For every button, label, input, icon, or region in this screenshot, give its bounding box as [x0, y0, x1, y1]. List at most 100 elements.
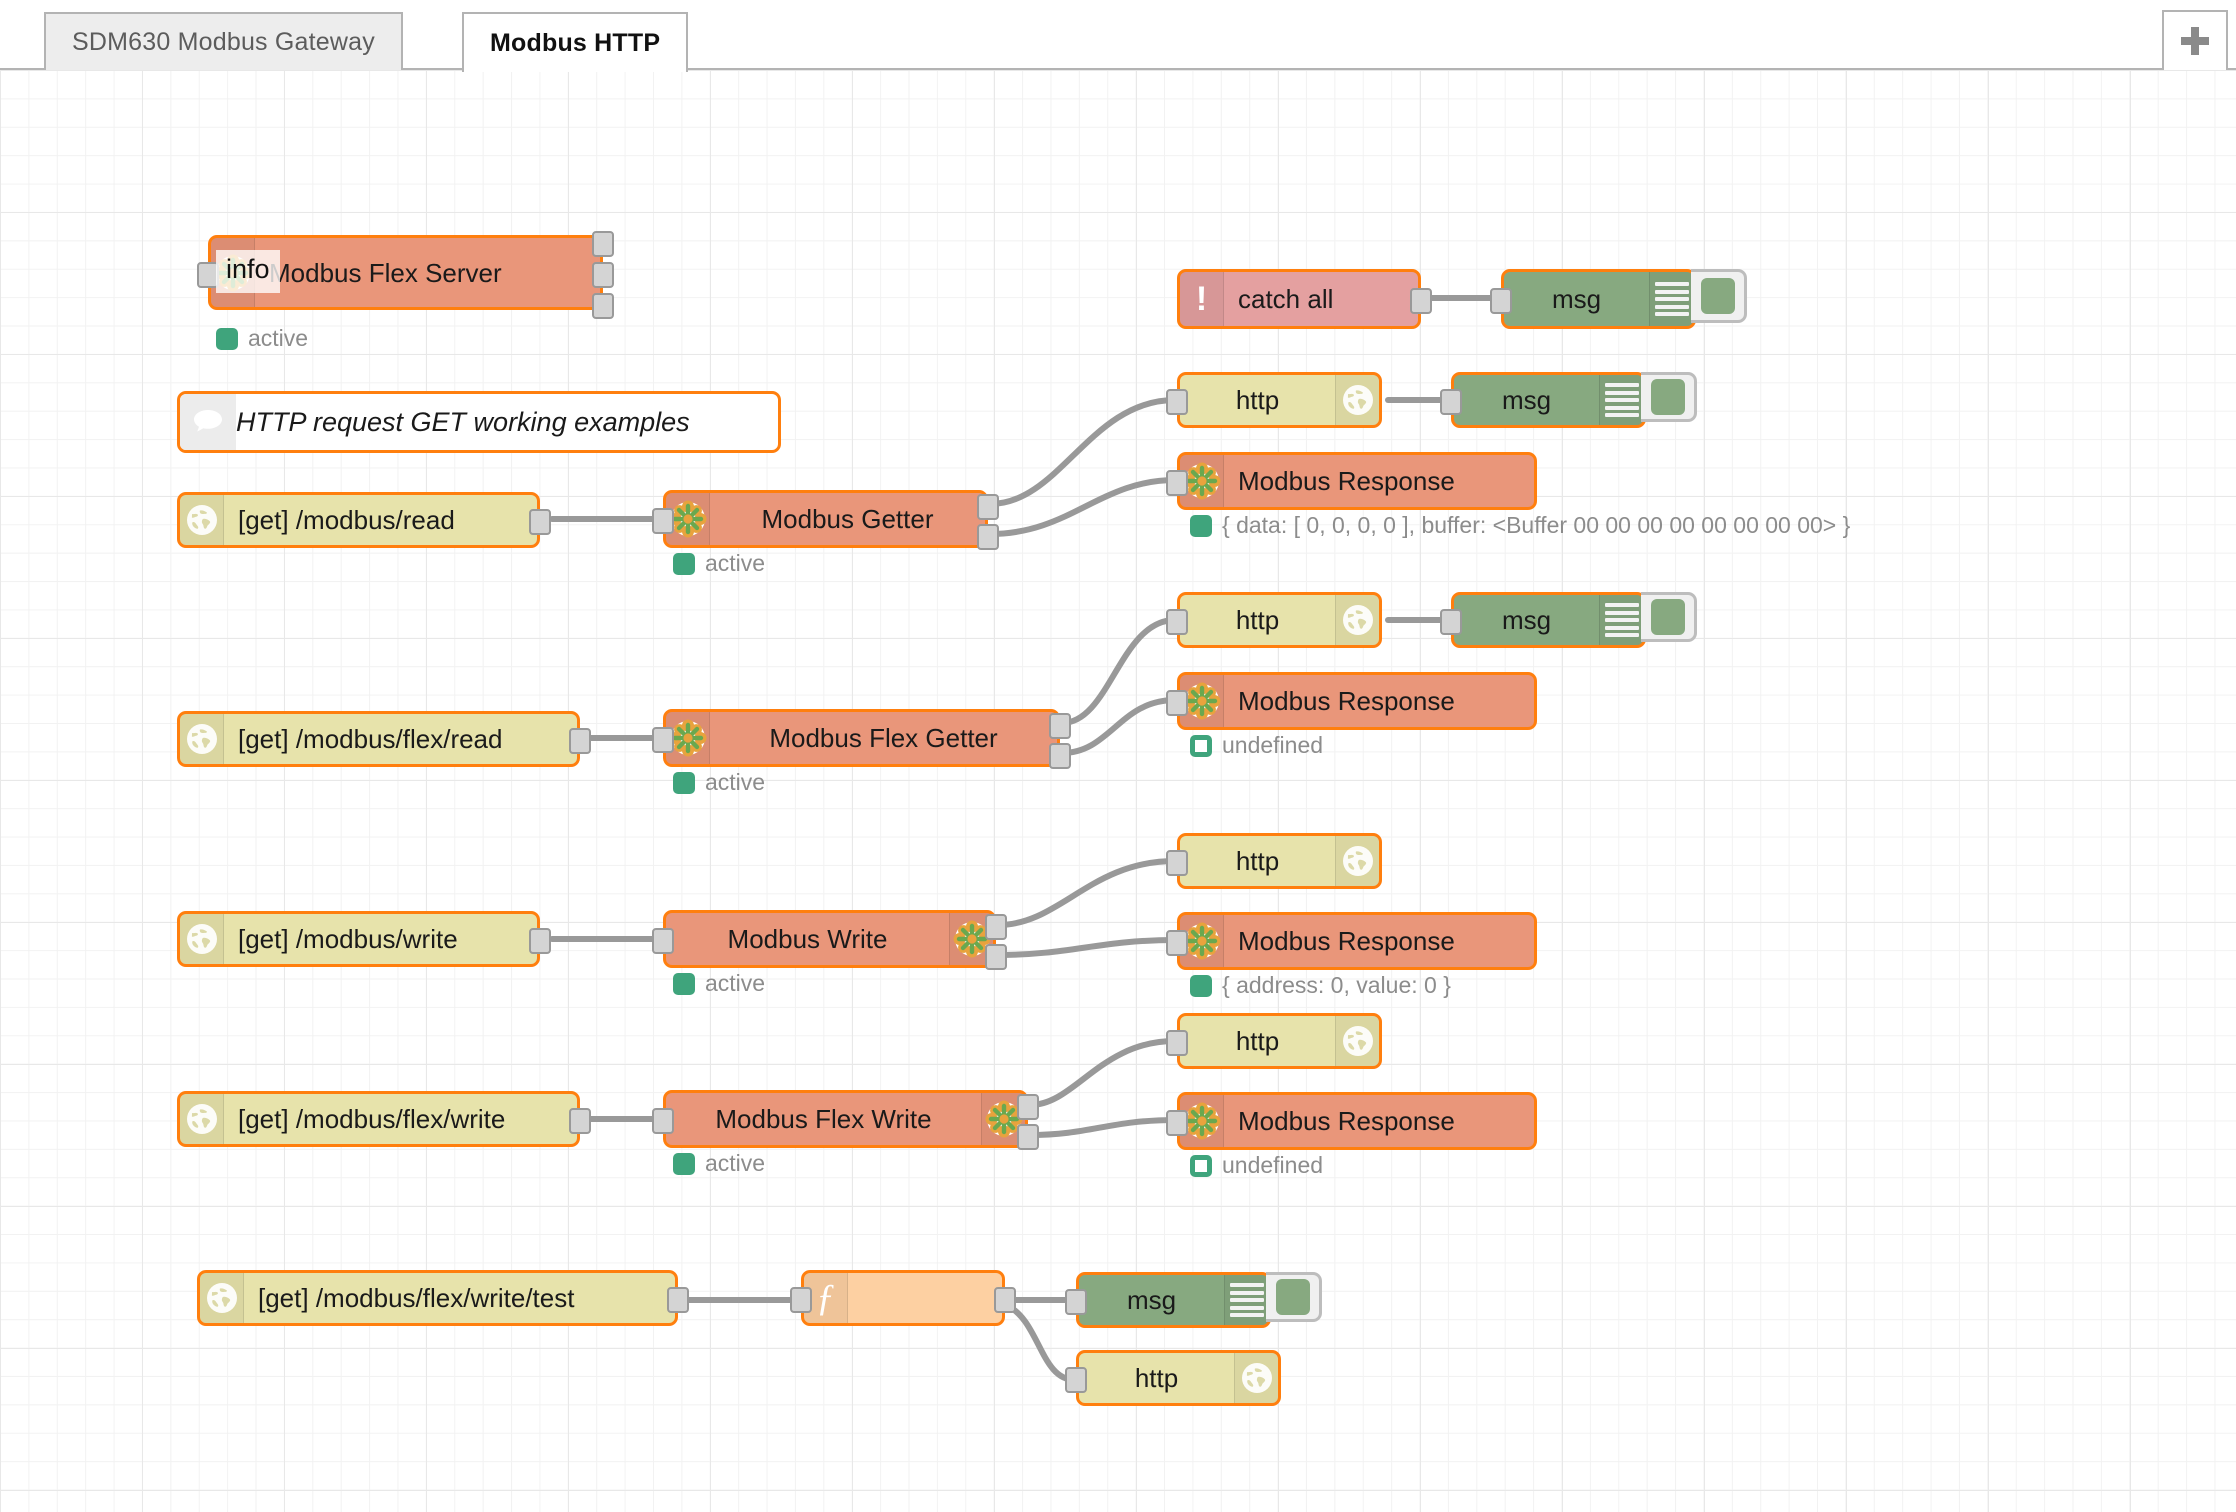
node-input-port[interactable]	[1065, 1289, 1087, 1315]
node-input-port[interactable]	[1440, 389, 1462, 415]
node-modbus-flex-write[interactable]: Modbus Flex Write	[652, 1090, 1039, 1150]
debug-toggle-indicator	[1650, 599, 1685, 635]
node-http-in-modbus-flex-read[interactable]: [get] /modbus/flex/read	[177, 711, 591, 767]
node-debug-2[interactable]: msg	[1440, 592, 1697, 648]
node-output-port[interactable]	[529, 928, 551, 954]
debug-toggle-button[interactable]	[1641, 592, 1697, 642]
status-modbus-getter: active	[673, 550, 765, 577]
node-input-port[interactable]	[1166, 690, 1188, 716]
node-http-response-5[interactable]: http	[1065, 1350, 1281, 1406]
node-modbus-flex-getter[interactable]: Modbus Flex Getter	[652, 709, 1071, 769]
node-input-port[interactable]	[790, 1287, 812, 1313]
node-label: msg	[1126, 1285, 1177, 1315]
node-modbus-write[interactable]: Modbus Write	[652, 910, 1007, 970]
status-modbus-flex-write: active	[673, 1150, 765, 1177]
node-http-in-modbus-flex-write-test[interactable]: [get] /modbus/flex/write/test	[197, 1270, 689, 1326]
node-output-port[interactable]	[977, 494, 999, 520]
globe-icon	[180, 914, 224, 964]
comment-bubble-icon	[180, 394, 236, 450]
node-input-port[interactable]	[1166, 930, 1188, 956]
node-label: Modbus Response	[1238, 466, 1455, 496]
node-input-port[interactable]	[1166, 609, 1188, 635]
node-label: Modbus Response	[1238, 1106, 1455, 1136]
node-label: [get] /modbus/write	[238, 924, 458, 954]
node-output-port[interactable]	[569, 728, 591, 754]
node-output-port[interactable]	[985, 914, 1007, 940]
node-output-port[interactable]	[569, 1108, 591, 1134]
status-text: active	[705, 550, 766, 576]
node-http-in-modbus-read[interactable]: [get] /modbus/read	[177, 492, 551, 548]
globe-icon	[1335, 595, 1379, 645]
tab-modbus-http[interactable]: Modbus HTTP	[462, 12, 689, 72]
node-label: Modbus Getter	[761, 504, 934, 534]
node-input-port[interactable]	[1065, 1367, 1087, 1393]
node-http-response-1[interactable]: http	[1166, 372, 1382, 428]
node-debug-catch[interactable]: msg	[1490, 269, 1747, 329]
node-output-port[interactable]	[1017, 1124, 1039, 1150]
node-input-port[interactable]	[1166, 850, 1188, 876]
status-indicator	[1190, 1154, 1212, 1177]
node-label: http	[1235, 846, 1280, 876]
node-http-response-2[interactable]: http	[1166, 592, 1382, 648]
wire	[995, 937, 1178, 958]
node-output-port[interactable]	[994, 1287, 1016, 1313]
node-input-port[interactable]	[652, 508, 674, 534]
node-output-port[interactable]	[1017, 1094, 1039, 1120]
node-function[interactable]: ƒ	[790, 1270, 1016, 1326]
bars-glyph	[1604, 603, 1639, 637]
debug-toggle-button[interactable]	[1691, 269, 1747, 323]
node-input-port[interactable]	[1166, 1030, 1188, 1056]
node-input-port[interactable]	[652, 928, 674, 954]
node-catch-all[interactable]: ! catch all	[1177, 269, 1432, 329]
bars-glyph	[1654, 282, 1689, 316]
node-output-port[interactable]	[592, 231, 614, 257]
node-output-port[interactable]	[985, 944, 1007, 970]
node-modbus-getter[interactable]: Modbus Getter	[652, 490, 999, 550]
debug-toggle-indicator	[1650, 379, 1685, 415]
node-modbus-response-2[interactable]: Modbus Response	[1166, 672, 1537, 730]
node-label: Modbus Flex Getter	[769, 723, 998, 753]
node-http-in-modbus-write[interactable]: [get] /modbus/write	[177, 911, 551, 967]
node-output-port[interactable]	[529, 509, 551, 535]
node-output-port[interactable]	[592, 262, 614, 288]
node-input-port[interactable]	[1166, 389, 1188, 415]
status-text: undefined	[1222, 1152, 1324, 1178]
node-modbus-response-3[interactable]: Modbus Response	[1166, 912, 1537, 970]
node-input-port[interactable]	[1166, 470, 1188, 496]
node-debug-3[interactable]: msg	[1065, 1272, 1322, 1328]
debug-toggle-button[interactable]	[1641, 372, 1697, 422]
status-modbus-response-1: { data: [ 0, 0, 0, 0 ], buffer: <Buffer …	[1190, 512, 1850, 539]
node-output-port[interactable]	[1049, 743, 1071, 769]
node-input-port[interactable]	[1440, 609, 1462, 635]
status-indicator	[673, 972, 695, 995]
tab-sdm630-modbus-gateway[interactable]: SDM630 Modbus Gateway	[44, 12, 403, 70]
status-indicator	[673, 1152, 695, 1175]
status-modbus-response-2: undefined	[1190, 732, 1323, 759]
node-debug-1[interactable]: msg	[1440, 372, 1697, 428]
node-input-port[interactable]	[1490, 288, 1512, 314]
node-input-port[interactable]	[1166, 1110, 1188, 1136]
node-output-port[interactable]	[667, 1287, 689, 1313]
exclamation-icon: !	[1180, 272, 1224, 326]
node-modbus-response-4[interactable]: Modbus Response	[1166, 1092, 1537, 1150]
node-input-port[interactable]	[652, 1108, 674, 1134]
node-input-port[interactable]	[652, 727, 674, 753]
add-tab-button[interactable]	[2162, 10, 2228, 70]
node-modbus-response-1[interactable]: Modbus Response	[1166, 452, 1537, 510]
flow-canvas[interactable]: Modbus Flex Server active info HTTP requ…	[0, 70, 2236, 1512]
wire	[1059, 617, 1178, 726]
node-http-response-4[interactable]: http	[1166, 1013, 1382, 1069]
wire	[995, 858, 1178, 928]
node-http-in-modbus-flex-write[interactable]: [get] /modbus/flex/write	[177, 1091, 591, 1147]
node-http-response-3[interactable]: http	[1166, 833, 1382, 889]
node-label: msg	[1551, 284, 1602, 314]
node-comment[interactable]: HTTP request GET working examples	[177, 391, 781, 453]
node-output-port[interactable]	[1049, 713, 1071, 739]
debug-toggle-button[interactable]	[1266, 1272, 1322, 1322]
node-output-port[interactable]	[977, 524, 999, 550]
globe-icon	[1234, 1353, 1278, 1403]
node-output-port[interactable]	[1410, 288, 1432, 314]
node-output-port[interactable]	[592, 293, 614, 319]
node-label: msg	[1501, 385, 1552, 415]
status-text: active	[248, 325, 309, 351]
